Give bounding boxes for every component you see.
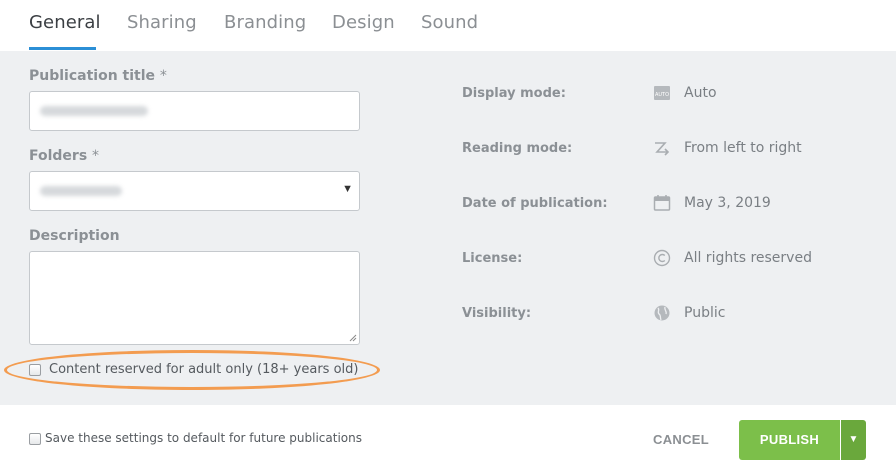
save-default-label[interactable]: Save these settings to default for futur… bbox=[45, 431, 362, 445]
dialog-footer: Save these settings to default for futur… bbox=[0, 405, 896, 474]
publication-settings-dialog: General Sharing Branding Design Sound Pu… bbox=[0, 0, 896, 474]
cancel-button[interactable]: CANCEL bbox=[653, 432, 709, 447]
resize-handle-icon[interactable] bbox=[349, 334, 357, 342]
publication-title-input[interactable] bbox=[29, 91, 360, 131]
blurred-folder-value bbox=[40, 186, 122, 196]
globe-icon bbox=[653, 304, 671, 322]
publish-button[interactable]: PUBLISH bbox=[739, 420, 840, 460]
chevron-down-icon: ▼ bbox=[342, 183, 353, 195]
blurred-title-value bbox=[40, 106, 148, 116]
required-mark: * bbox=[92, 148, 100, 164]
auto-icon-text: AUTO bbox=[655, 92, 669, 98]
visibility-label: Visibility: bbox=[462, 306, 532, 321]
folders-select[interactable]: ▼ bbox=[29, 171, 360, 211]
publication-date-value: May 3, 2019 bbox=[684, 195, 771, 211]
description-label: Description bbox=[29, 228, 120, 244]
active-tab-indicator bbox=[29, 47, 96, 50]
publish-options-dropdown[interactable]: ▼ bbox=[841, 420, 866, 460]
publication-title-label: Publication title * bbox=[29, 68, 167, 84]
calendar-icon bbox=[653, 194, 671, 212]
tab-sharing[interactable]: Sharing bbox=[127, 12, 197, 33]
chevron-down-icon: ▼ bbox=[848, 434, 859, 445]
required-mark: * bbox=[159, 68, 167, 84]
publication-date-label: Date of publication: bbox=[462, 196, 608, 211]
reading-mode-label: Reading mode: bbox=[462, 141, 573, 156]
publication-title-label-text: Publication title bbox=[29, 68, 156, 84]
display-mode-value: Auto bbox=[684, 85, 717, 101]
tab-design[interactable]: Design bbox=[332, 12, 395, 33]
reading-direction-icon bbox=[653, 139, 671, 157]
visibility-value: Public bbox=[684, 305, 726, 321]
tab-bar: General Sharing Branding Design Sound bbox=[0, 0, 896, 51]
reading-mode-value: From left to right bbox=[684, 140, 802, 156]
license-value: All rights reserved bbox=[684, 250, 812, 266]
tab-branding[interactable]: Branding bbox=[224, 12, 306, 33]
copyright-icon bbox=[653, 249, 671, 267]
tab-general[interactable]: General bbox=[29, 12, 101, 33]
folders-label: Folders * bbox=[29, 148, 99, 164]
description-textarea[interactable] bbox=[29, 251, 360, 345]
license-label: License: bbox=[462, 251, 523, 266]
save-default-checkbox[interactable] bbox=[29, 433, 41, 445]
display-mode-label: Display mode: bbox=[462, 86, 566, 101]
folders-label-text: Folders bbox=[29, 148, 88, 164]
tab-sound[interactable]: Sound bbox=[421, 12, 478, 33]
highlight-annotation bbox=[4, 350, 380, 390]
auto-icon: AUTO bbox=[653, 84, 671, 102]
